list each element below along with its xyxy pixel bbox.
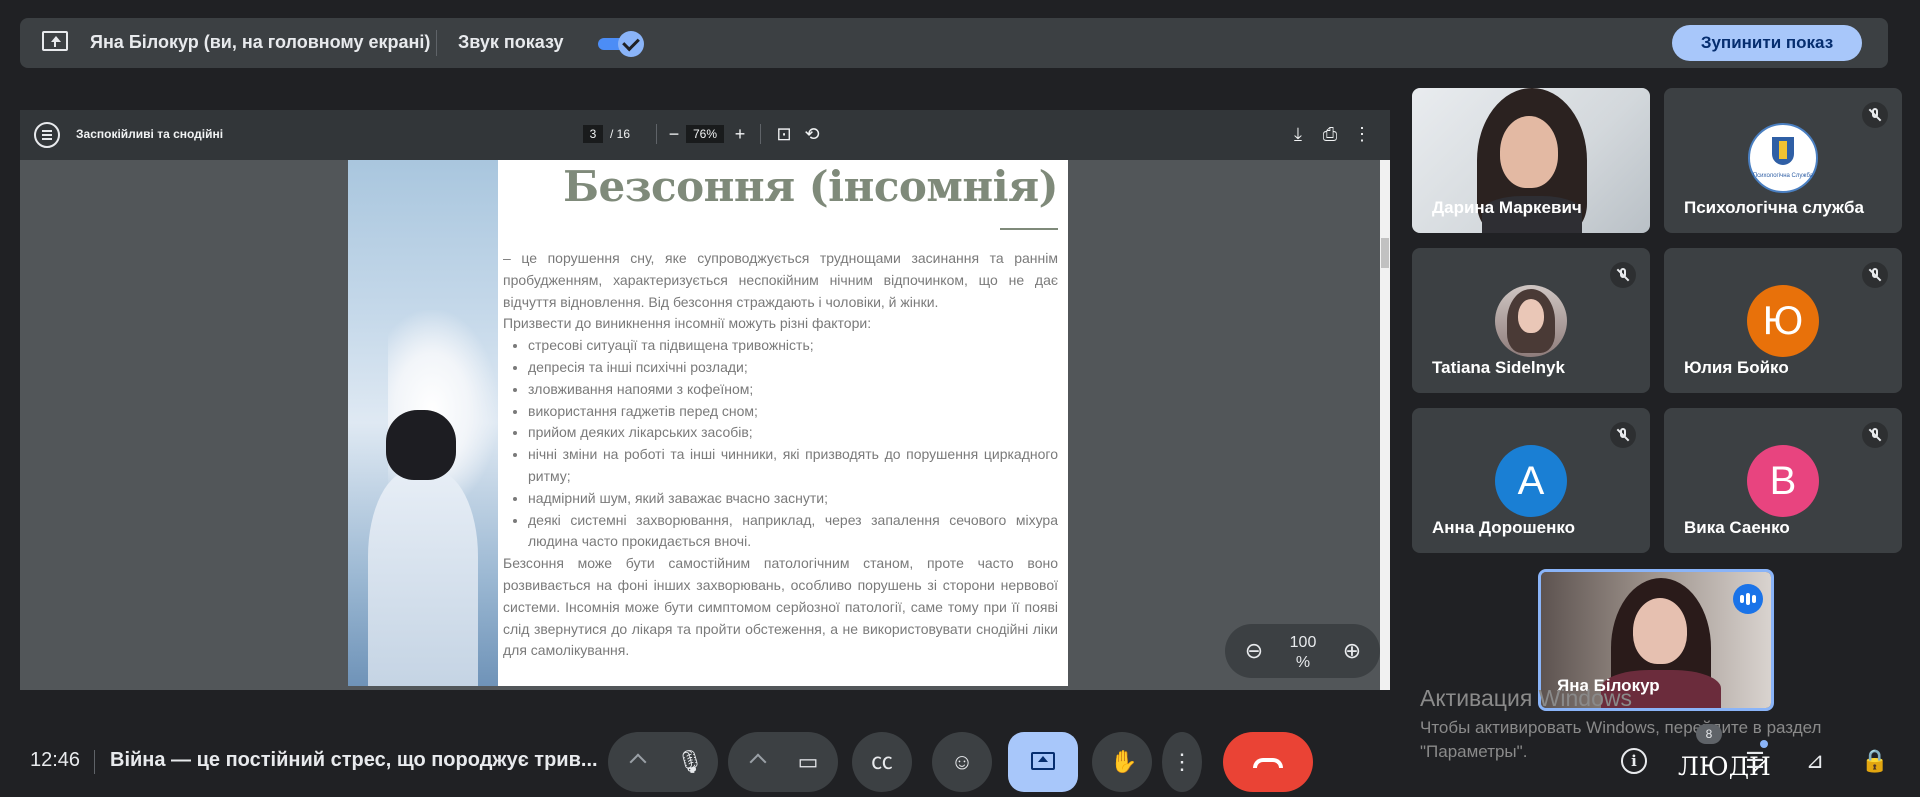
activation-watermark-title: Активация Windows: [1420, 685, 1632, 711]
camera-icon[interactable]: ▭: [796, 750, 820, 774]
chat-icon[interactable]: ☰: [1740, 746, 1770, 776]
participant-name: Tatiana Sidelnyk: [1432, 358, 1565, 377]
list-item: деякі системні захворювання, наприклад, …: [528, 510, 1058, 554]
presenting-title: Яна Білокур (ви, на головному екрані): [90, 32, 431, 52]
psychological-service-logo: Психологічна Служба: [1748, 123, 1818, 193]
info-icon[interactable]: i: [1621, 748, 1647, 774]
factors-intro: Призвести до виникнення інсомнії можуть …: [503, 315, 872, 332]
minus-icon[interactable]: −: [662, 122, 686, 146]
host-controls-icon[interactable]: 🔒: [1860, 746, 1890, 776]
participant-tile[interactable]: Дарина Маркевич: [1412, 88, 1650, 233]
meeting-title: Війна — це постійний стрес, що породжує …: [110, 749, 598, 771]
list-item: стресові ситуації та підвищена тривожніс…: [528, 335, 1058, 357]
present-button[interactable]: [1008, 732, 1078, 792]
check-icon: [618, 31, 644, 57]
chevron-up-icon[interactable]: [629, 753, 647, 771]
participant-tile[interactable]: A Анна Дорошенко: [1412, 408, 1650, 553]
fit-page-icon[interactable]: ⊡: [772, 122, 796, 146]
participant-tile[interactable]: Ю Юлия Бойко: [1664, 248, 1902, 393]
avatar: B: [1747, 445, 1819, 517]
participant-name: Дарина Маркевич: [1432, 198, 1582, 217]
present-screen-icon: [42, 31, 68, 51]
mic-off-icon: [1862, 262, 1888, 288]
present-screen-icon: [1031, 752, 1055, 770]
menu-icon[interactable]: [34, 122, 60, 148]
pdf-page: Безсоння (інсомнія) – це порушення сну, …: [348, 160, 1068, 686]
mic-off-icon: [1862, 422, 1888, 448]
speaking-icon: [1733, 584, 1763, 614]
activation-watermark-text: "Параметры".: [1420, 742, 1528, 761]
captions-icon: ㏄: [870, 749, 893, 774]
participant-tile[interactable]: B Вика Саенко: [1664, 408, 1902, 553]
zoom-out-icon[interactable]: ⊖: [1243, 640, 1265, 662]
list-item: надмірний шум, який заважає вчасно засну…: [528, 488, 1058, 510]
participant-tile[interactable]: Tatiana Sidelnyk: [1412, 248, 1650, 393]
mic-icon[interactable]: 🎙: [676, 750, 704, 774]
factors-list: стресові ситуації та підвищена тривожніс…: [503, 335, 1058, 553]
page-heading: Безсоння (інсомнія): [563, 162, 1058, 211]
more-vert-icon[interactable]: ⋮: [1350, 122, 1374, 146]
intro-paragraph: – це порушення сну, яке супроводжується …: [503, 250, 1058, 310]
divider: [656, 124, 657, 144]
plus-icon[interactable]: +: [728, 122, 752, 146]
participant-name: Вика Саенко: [1684, 518, 1790, 537]
activities-icon[interactable]: ⊿: [1800, 746, 1830, 776]
mic-off-icon: [1610, 262, 1636, 288]
hand-icon: ✋: [1110, 749, 1138, 774]
print-icon[interactable]: ⎙: [1318, 122, 1342, 146]
clock: 12:46: [30, 749, 81, 771]
chevron-up-icon[interactable]: [749, 753, 767, 771]
more-options-button[interactable]: ⋮: [1162, 732, 1202, 792]
zoom-input[interactable]: 76%: [686, 125, 724, 143]
participant-tile[interactable]: Психологічна Служба Психологічна служба: [1664, 88, 1902, 233]
avatar: A: [1495, 445, 1567, 517]
angel-girl-image: [348, 160, 498, 686]
avatar: Ю: [1747, 285, 1819, 357]
pdf-title: Заспокійливі та снодійні: [76, 127, 224, 141]
scrollbar[interactable]: [1380, 160, 1390, 690]
camera-control[interactable]: ▭: [728, 732, 838, 792]
end-call-icon: [1253, 758, 1283, 768]
people-count-badge: 8: [1696, 724, 1722, 744]
presenting-banner: Яна Білокур (ви, на головному екрані) Зв…: [20, 18, 1888, 68]
notification-dot: [1760, 740, 1768, 748]
list-item: депресія та інші психічні розлади;: [528, 357, 1058, 379]
sound-toggle[interactable]: [598, 31, 644, 57]
stop-presenting-button[interactable]: Зупинити показ: [1672, 25, 1862, 61]
divider: [94, 750, 95, 774]
list-item: зловживання напоями з кофеїном;: [528, 379, 1058, 401]
more-vert-icon: ⋮: [1171, 749, 1193, 774]
end-call-button[interactable]: [1223, 732, 1313, 792]
zoom-control: ⊖ 100 % ⊕: [1225, 624, 1380, 678]
mic-off-icon: [1862, 102, 1888, 128]
download-icon[interactable]: ⤓: [1286, 122, 1310, 146]
mic-control[interactable]: 🎙: [608, 732, 718, 792]
participant-name: Юлия Бойко: [1684, 358, 1789, 377]
raise-hand-button[interactable]: ✋: [1092, 732, 1152, 792]
page-body: – це порушення сну, яке супроводжується …: [503, 248, 1058, 662]
list-item: нічні зміни на роботі та інші чинники, я…: [528, 444, 1058, 488]
page-total: / 16: [610, 127, 631, 141]
activation-watermark-text: Чтобы активировать Windows, перейдите в …: [1420, 718, 1822, 737]
zoom-in-icon[interactable]: ⊕: [1341, 640, 1363, 662]
pdf-toolbar: Заспокійливі та снодійні 3 / 16 − 76% + …: [20, 110, 1390, 160]
emoji-button[interactable]: ☺: [932, 732, 992, 792]
page-number-input[interactable]: 3: [583, 125, 603, 143]
captions-button[interactable]: ㏄: [852, 732, 912, 792]
emoji-icon: ☺: [950, 749, 974, 774]
zoom-value: 100 %: [1289, 634, 1317, 671]
divider: [760, 124, 761, 144]
participant-name: Психологічна служба: [1684, 198, 1864, 217]
mic-off-icon: [1610, 422, 1636, 448]
rotate-icon[interactable]: ⟲: [800, 122, 824, 146]
sound-label: Звук показу: [458, 32, 564, 52]
participant-name: Анна Дорошенко: [1432, 518, 1576, 537]
divider: [436, 30, 437, 56]
heading-rule: [1000, 228, 1058, 230]
pdf-viewer: Заспокійливі та снодійні 3 / 16 − 76% + …: [20, 110, 1390, 690]
list-item: використання гаджетів перед сном;: [528, 401, 1058, 423]
avatar: [1495, 285, 1567, 357]
conclusion-paragraph: Безсоння може бути самостійним патологіч…: [503, 555, 1058, 659]
list-item: прийом деяких лікарських засобів;: [528, 422, 1058, 444]
